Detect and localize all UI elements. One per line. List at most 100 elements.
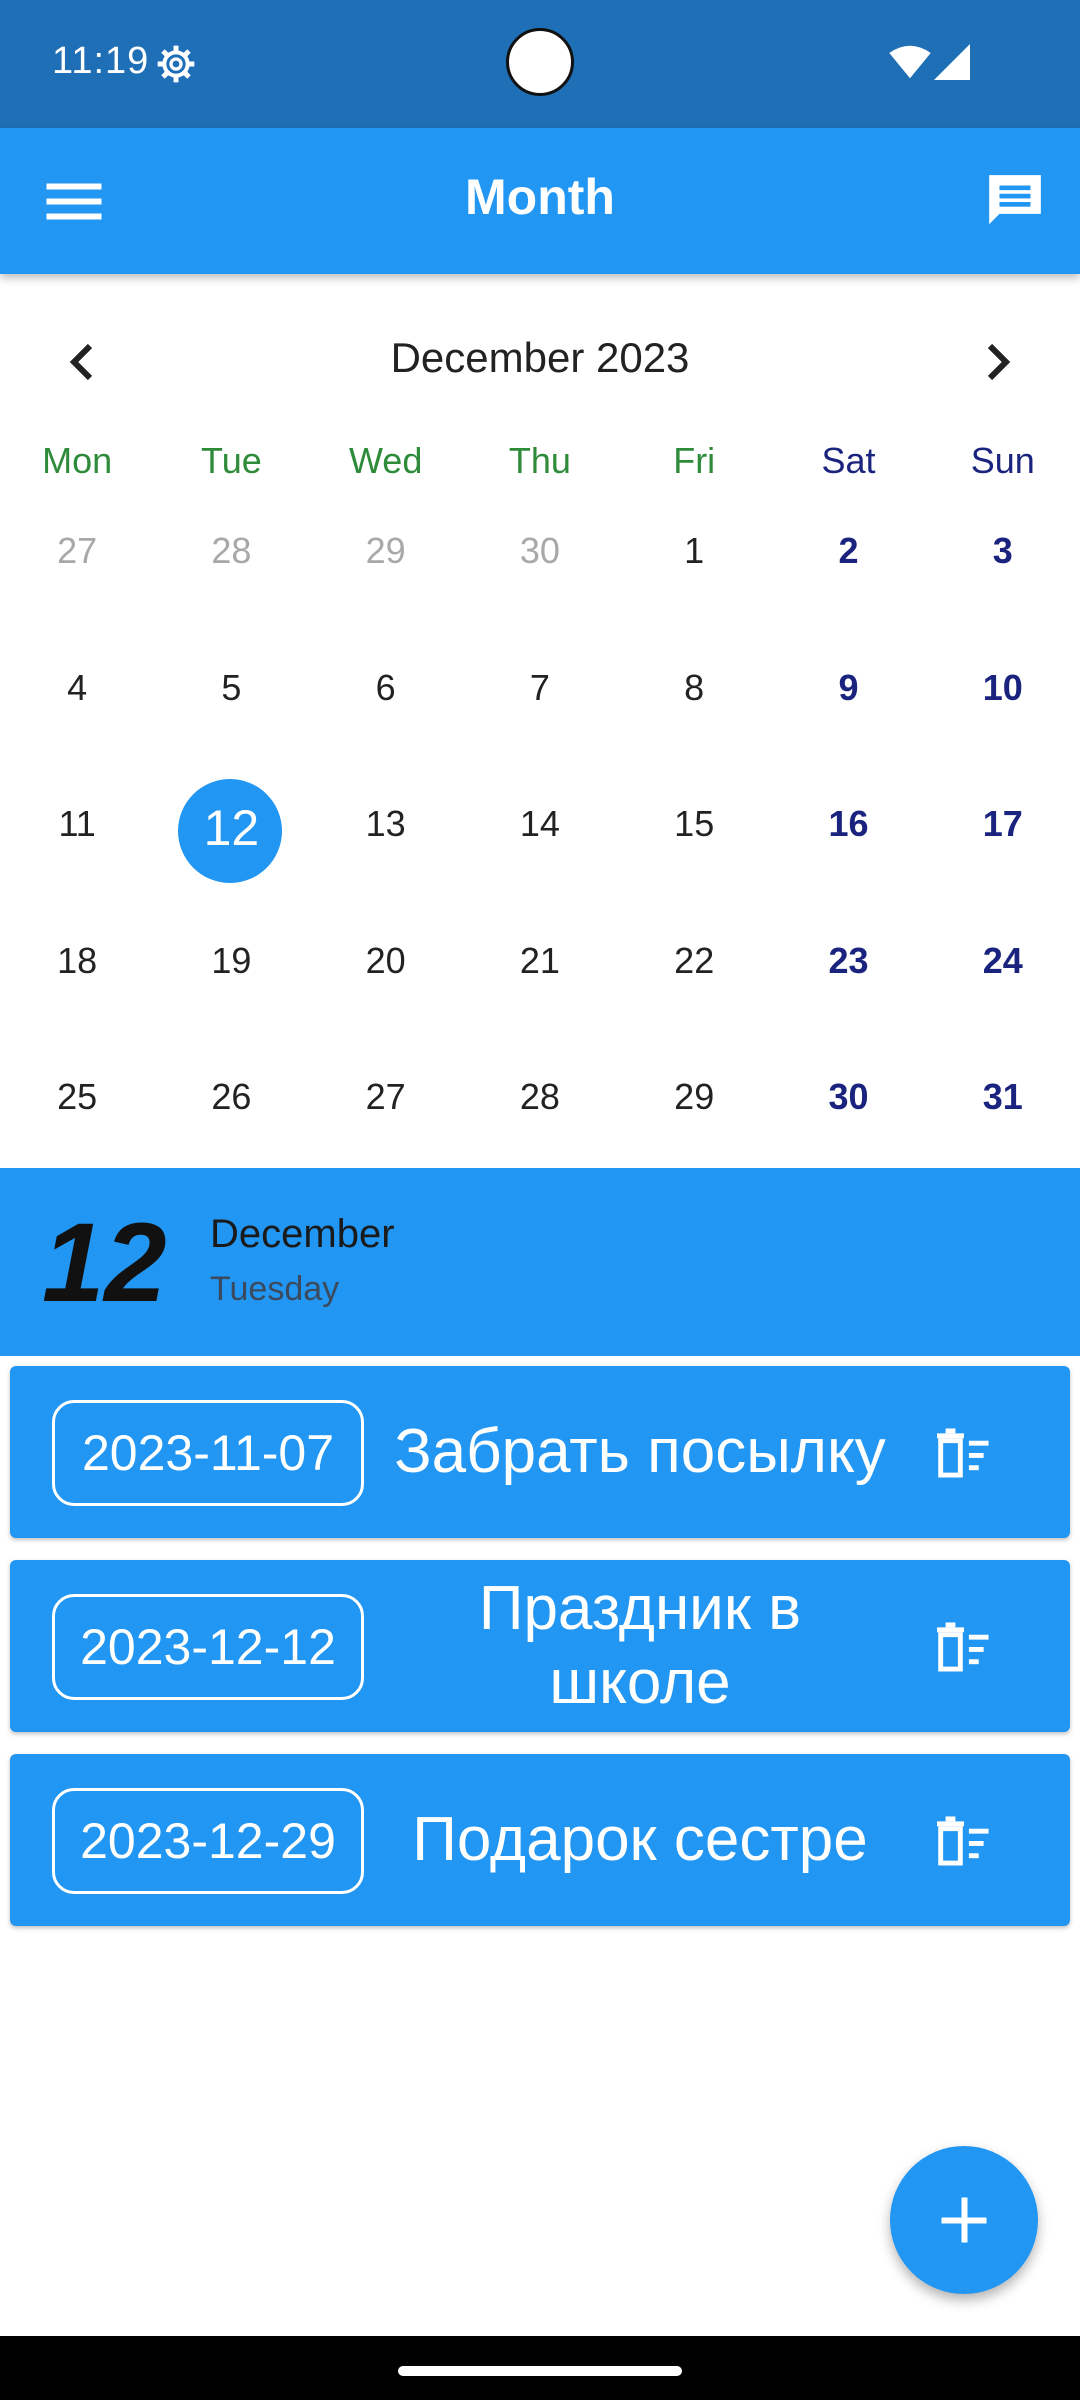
- day-number: 23: [828, 939, 869, 981]
- system-nav-bar: [0, 2336, 1080, 2400]
- day-number: 25: [57, 1076, 98, 1117]
- week-row: 11 12 13 14 15 16 17: [0, 779, 1080, 916]
- delete-sweep-icon[interactable]: [934, 1426, 994, 1480]
- calendar-day[interactable]: 22: [617, 916, 771, 1053]
- plus-icon: [941, 2197, 987, 2243]
- day-number: 26: [211, 1076, 252, 1117]
- wifi-icon: [889, 45, 931, 79]
- task-date-chip[interactable]: 2023-12-29: [52, 1788, 364, 1894]
- calendar-day[interactable]: 24: [926, 916, 1080, 1053]
- day-number: 2: [838, 530, 859, 571]
- week-row: 18 19 20 21 22 23 24: [0, 916, 1080, 1053]
- day-number: 10: [982, 666, 1023, 708]
- weekday-label: Thu: [508, 440, 571, 481]
- delete-sweep-icon[interactable]: [934, 1814, 994, 1868]
- task-date-chip[interactable]: 2023-11-07: [52, 1400, 364, 1506]
- day-number: 29: [365, 530, 406, 571]
- day-number: 21: [519, 939, 560, 981]
- chat-icon[interactable]: [984, 170, 1046, 232]
- day-number: 18: [57, 939, 98, 981]
- day-number: 22: [674, 939, 715, 981]
- calendar-day[interactable]: 14: [463, 779, 617, 916]
- task-title: Подарок сестре: [412, 1805, 868, 1874]
- day-number: 1: [684, 530, 705, 571]
- task-title: Праздник в школе: [478, 1574, 802, 1717]
- calendar-day[interactable]: 2: [771, 506, 925, 643]
- task-date-chip[interactable]: 2023-12-12: [52, 1594, 364, 1700]
- day-number: 11: [58, 803, 96, 844]
- task-card[interactable]: 2023-11-07 Забрать посылку: [10, 1366, 1070, 1538]
- weekday-label: Wed: [348, 440, 423, 481]
- calendar-day[interactable]: 10: [926, 643, 1080, 780]
- day-number: 29: [674, 1076, 715, 1117]
- selected-month: December: [210, 1212, 395, 1256]
- chevron-right-icon[interactable]: [972, 338, 1020, 386]
- day-number: 12: [203, 800, 260, 856]
- day-number: 7: [529, 666, 550, 708]
- calendar-grid: 27 28 29 30 1 2 3 4 5 6 7 8 9 10 11 12 1…: [0, 506, 1080, 1196]
- day-number: 14: [519, 803, 560, 844]
- calendar-day[interactable]: 5: [154, 643, 308, 780]
- delete-sweep-icon[interactable]: [934, 1620, 994, 1674]
- weekday-label: Tue: [201, 440, 262, 481]
- weekday-label: Fri: [673, 440, 716, 481]
- task-card[interactable]: 2023-12-29 Подарок сестре: [10, 1754, 1070, 1926]
- day-number: 8: [684, 666, 705, 708]
- calendar-day[interactable]: 29: [309, 506, 463, 643]
- task-title: Забрать посылку: [394, 1417, 886, 1486]
- selected-weekday: Tuesday: [210, 1270, 340, 1308]
- day-number: 31: [982, 1076, 1023, 1117]
- weekday-row: Mon Tue Wed Thu Fri Sat Sun: [0, 440, 1080, 490]
- calendar-day[interactable]: 3: [926, 506, 1080, 643]
- day-number: 24: [982, 939, 1023, 981]
- calendar-day[interactable]: 13: [309, 779, 463, 916]
- task-list: 2023-11-07 Забрать посылку 2023-12-12 Пр…: [10, 1366, 1070, 1948]
- day-number: 13: [365, 803, 406, 844]
- page-title: Month: [465, 169, 615, 225]
- calendar-day[interactable]: 9: [771, 643, 925, 780]
- calendar-day[interactable]: 20: [309, 916, 463, 1053]
- day-number: 16: [828, 803, 869, 844]
- calendar-day[interactable]: 16: [771, 779, 925, 916]
- day-number: 28: [519, 1076, 560, 1117]
- calendar-day[interactable]: 19: [154, 916, 308, 1053]
- calendar-day[interactable]: 17: [926, 779, 1080, 916]
- week-row: 4 5 6 7 8 9 10: [0, 643, 1080, 780]
- add-task-button[interactable]: [890, 2146, 1038, 2294]
- selected-day-banner: 12 December Tuesday: [0, 1168, 1080, 1356]
- day-number: 6: [375, 666, 396, 708]
- home-gesture-pill[interactable]: [398, 2366, 682, 2376]
- status-bar: 11:19: [0, 0, 1080, 128]
- calendar-day[interactable]: 23: [771, 916, 925, 1053]
- calendar-day[interactable]: 15: [617, 779, 771, 916]
- week-row: 27 28 29 30 1 2 3: [0, 506, 1080, 643]
- signal-icon: [934, 44, 970, 80]
- day-number: 15: [674, 803, 715, 844]
- selected-day-number: 12: [42, 1200, 167, 1325]
- task-card[interactable]: 2023-12-12 Праздник в школе: [10, 1560, 1070, 1732]
- calendar-day[interactable]: 30: [463, 506, 617, 643]
- day-number: 5: [221, 666, 242, 708]
- status-time: 11:19: [52, 40, 150, 82]
- weekday-label: Sat: [821, 440, 876, 481]
- calendar-day[interactable]: 7: [463, 643, 617, 780]
- calendar-day[interactable]: 21: [463, 916, 617, 1053]
- day-number: 9: [838, 666, 859, 708]
- day-number: 20: [365, 939, 406, 981]
- calendar-day[interactable]: 1: [617, 506, 771, 643]
- calendar-day[interactable]: 18: [0, 916, 154, 1053]
- calendar-day-selected[interactable]: 12: [154, 779, 308, 916]
- day-number: 27: [57, 530, 98, 571]
- calendar-day[interactable]: 8: [617, 643, 771, 780]
- day-number: 3: [992, 530, 1013, 571]
- day-number: 4: [67, 666, 88, 708]
- day-number: 28: [211, 530, 252, 571]
- calendar-day[interactable]: 4: [0, 643, 154, 780]
- settings-gear-icon: [157, 45, 195, 83]
- weekday-label: Mon: [42, 440, 113, 481]
- calendar-day[interactable]: 11: [0, 779, 154, 916]
- calendar-day[interactable]: 28: [154, 506, 308, 643]
- calendar-day[interactable]: 6: [309, 643, 463, 780]
- month-label: December 2023: [390, 334, 690, 381]
- calendar-day[interactable]: 27: [0, 506, 154, 643]
